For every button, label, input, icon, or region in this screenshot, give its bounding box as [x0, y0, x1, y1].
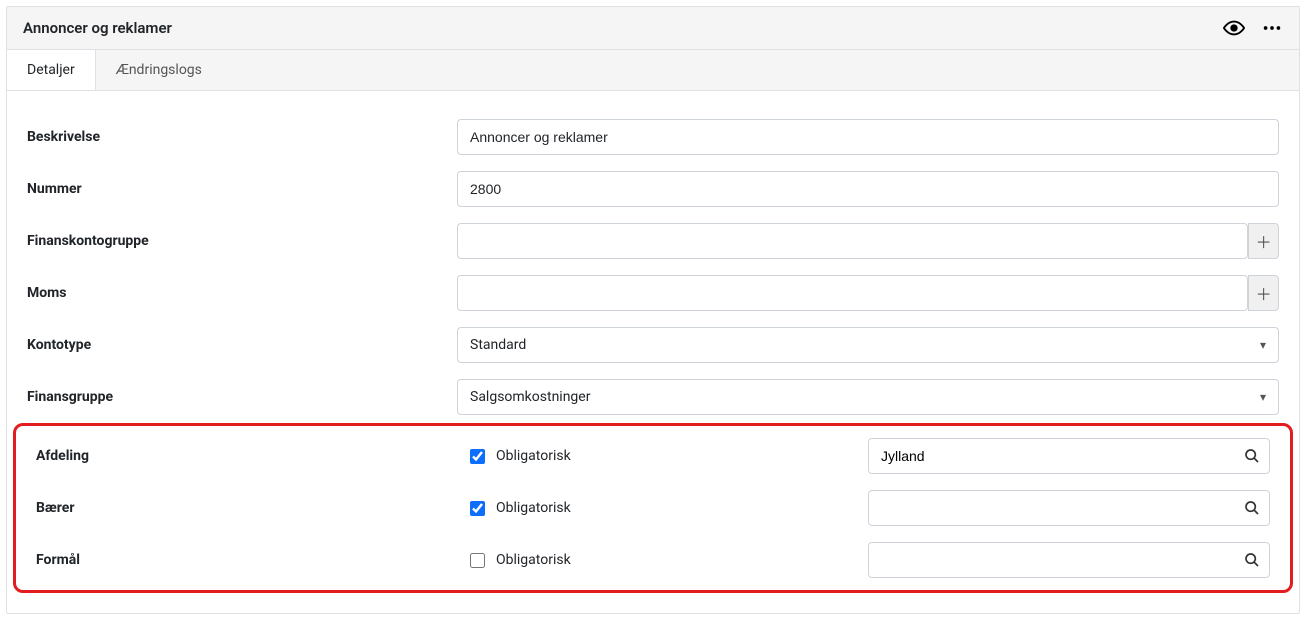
search-icon[interactable] [1244, 552, 1260, 568]
input-afdeling-value[interactable] [868, 438, 1270, 474]
input-beskrivelse[interactable] [457, 119, 1279, 155]
form-area: Beskrivelse Nummer Finanskontogruppe ＋ [7, 91, 1299, 613]
label-formaal: Formål [36, 552, 466, 568]
dim-row-formaal: Formål Obligatorisk [16, 534, 1290, 586]
input-baerer-value[interactable] [868, 490, 1270, 526]
checkbox-afdeling-obligatorisk[interactable] [470, 449, 485, 464]
more-icon[interactable] [1261, 17, 1283, 39]
select-kontotype[interactable]: Standard ▾ [457, 327, 1279, 363]
row-finansgruppe: Finansgruppe Salgsomkostninger ▾ [7, 371, 1299, 423]
chevron-down-icon: ▾ [1260, 390, 1266, 404]
label-moms: Moms [27, 285, 457, 301]
row-finanskontogruppe: Finanskontogruppe ＋ [7, 215, 1299, 267]
panel-title: Annoncer og reklamer [23, 19, 172, 37]
chevron-down-icon: ▾ [1260, 338, 1266, 352]
label-nummer: Nummer [27, 181, 457, 197]
select-finansgruppe-value: Salgsomkostninger [470, 389, 590, 405]
select-kontotype-value: Standard [470, 337, 526, 353]
plus-icon: ＋ [1256, 281, 1272, 305]
search-icon[interactable] [1244, 500, 1260, 516]
checkbox-formaal-obligatorisk[interactable] [470, 553, 485, 568]
row-beskrivelse: Beskrivelse [7, 111, 1299, 163]
checkbox-label-baerer: Obligatorisk [496, 500, 571, 516]
label-kontotype: Kontotype [27, 337, 457, 353]
row-kontotype: Kontotype Standard ▾ [7, 319, 1299, 371]
add-moms-button[interactable]: ＋ [1248, 275, 1279, 311]
dim-row-baerer: Bærer Obligatorisk [16, 482, 1290, 534]
detail-panel: Annoncer og reklamer Detaljer Ændringslo… [6, 6, 1300, 614]
search-icon[interactable] [1244, 448, 1260, 464]
input-nummer[interactable] [457, 171, 1279, 207]
plus-icon: ＋ [1256, 229, 1272, 253]
row-nummer: Nummer [7, 163, 1299, 215]
panel-header: Annoncer og reklamer [7, 7, 1299, 50]
visibility-icon[interactable] [1223, 17, 1245, 39]
add-finanskontogruppe-button[interactable]: ＋ [1248, 223, 1279, 259]
input-moms[interactable] [457, 275, 1248, 311]
select-finansgruppe[interactable]: Salgsomkostninger ▾ [457, 379, 1279, 415]
input-finanskontogruppe[interactable] [457, 223, 1248, 259]
dim-row-afdeling: Afdeling Obligatorisk [16, 430, 1290, 482]
label-beskrivelse: Beskrivelse [27, 129, 457, 145]
label-finansgruppe: Finansgruppe [27, 389, 457, 405]
panel-actions [1223, 17, 1283, 39]
tabs: Detaljer Ændringslogs [7, 50, 1299, 91]
checkbox-label-formaal: Obligatorisk [496, 552, 571, 568]
tab-details[interactable]: Detaljer [7, 50, 96, 90]
input-formaal-value[interactable] [868, 542, 1270, 578]
row-moms: Moms ＋ [7, 267, 1299, 319]
checkbox-baerer-obligatorisk[interactable] [470, 501, 485, 516]
label-finanskontogruppe: Finanskontogruppe [27, 233, 457, 249]
dimensions-highlight: Afdeling Obligatorisk [13, 423, 1293, 593]
label-baerer: Bærer [36, 500, 466, 516]
tab-changelogs[interactable]: Ændringslogs [96, 50, 222, 90]
label-afdeling: Afdeling [36, 448, 466, 464]
checkbox-label-afdeling: Obligatorisk [496, 448, 571, 464]
